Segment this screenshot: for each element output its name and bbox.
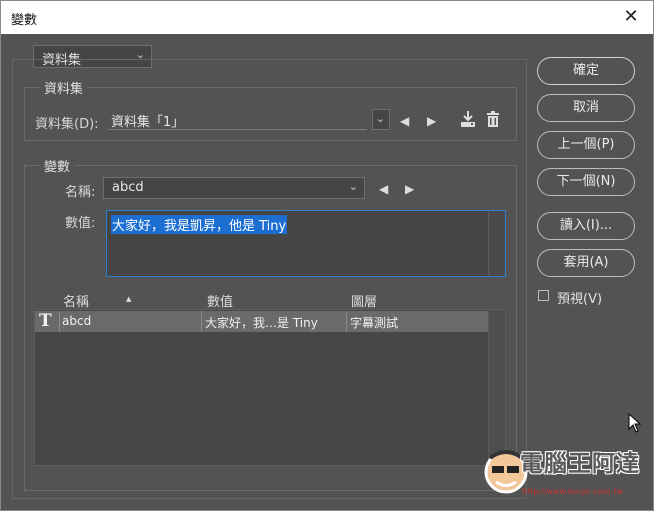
sort-ascending-icon[interactable]: ▲	[126, 295, 131, 303]
variable-group-legend: 變數	[40, 156, 75, 175]
next-dataset-icon[interactable]: ▶	[427, 114, 436, 128]
cancel-button[interactable]: 取消	[537, 94, 635, 122]
variable-name-dropdown[interactable]: abcd ⌄	[103, 177, 365, 199]
dialog-title: 變數	[11, 13, 38, 28]
next-variable-icon[interactable]: ▶	[405, 182, 414, 196]
apply-button[interactable]: 套用(A)	[537, 249, 635, 277]
save-dataset-icon[interactable]	[459, 109, 477, 129]
column-header-value[interactable]: 數值	[207, 291, 233, 310]
title-bar: 變數 ✕	[1, 1, 653, 34]
text-layer-icon: T	[39, 311, 52, 331]
chevron-down-icon: ⌄	[348, 180, 358, 193]
variable-value-textarea[interactable]: 大家好，我是凱昇，他是 Tiny	[106, 210, 506, 277]
watermark-url: http://www.kocpc.com.tw	[522, 487, 623, 496]
previous-dataset-icon[interactable]: ◀	[400, 114, 409, 128]
column-header-name[interactable]: 名稱	[63, 291, 89, 310]
next-button[interactable]: 下一個(N)	[537, 168, 635, 196]
dataset-dropdown-button[interactable]: ⌄	[372, 109, 390, 130]
row-name-cell: abcd	[62, 314, 92, 328]
column-divider	[201, 311, 202, 332]
dataset-group-legend: 資料集	[40, 78, 88, 97]
delete-dataset-icon[interactable]	[486, 110, 500, 128]
dataset-field[interactable]: 資料集「1」	[108, 109, 367, 130]
textarea-scrollbar[interactable]	[488, 211, 505, 276]
previous-variable-icon[interactable]: ◀	[379, 182, 388, 196]
preview-label: 預視(V)	[557, 292, 603, 307]
chevron-down-icon: ⌄	[375, 112, 385, 125]
column-divider	[59, 311, 60, 332]
ok-button[interactable]: 確定	[537, 57, 635, 85]
table-row[interactable]: T abcd 大家好，我…是 Tiny 字幕測試	[35, 311, 490, 332]
previous-button[interactable]: 上一個(P)	[537, 131, 635, 159]
dataset-field-label: 資料集(D):	[35, 117, 99, 132]
variable-value-text: 大家好，我是凱昇，他是 Tiny	[111, 215, 288, 234]
close-icon[interactable]: ✕	[619, 6, 643, 28]
import-button[interactable]: 讀入(I)...	[537, 212, 635, 240]
column-divider	[346, 311, 347, 332]
preview-checkbox[interactable]	[538, 290, 549, 301]
dataset-field-value: 資料集「1」	[111, 115, 185, 130]
row-value-cell: 大家好，我…是 Tiny	[205, 316, 318, 330]
value-label: 數值:	[65, 216, 96, 231]
variables-table: T abcd 大家好，我…是 Tiny 字幕測試	[34, 309, 506, 466]
watermark-text: 電腦王阿達	[520, 451, 640, 477]
column-header-layer[interactable]: 圖層	[351, 291, 377, 310]
variable-name-value: abcd	[112, 180, 144, 195]
row-layer-cell: 字幕測試	[350, 316, 399, 330]
name-label: 名稱:	[65, 185, 96, 200]
